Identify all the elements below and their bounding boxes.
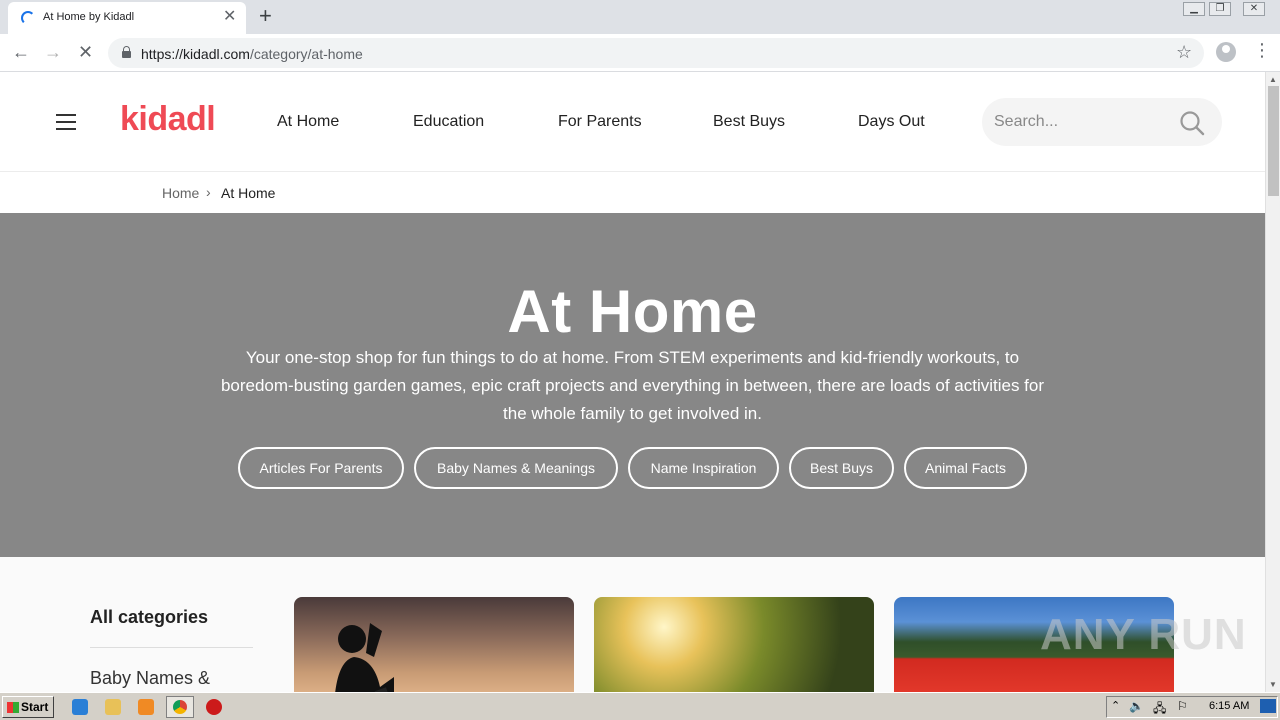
breadcrumb-separator-icon: ›	[206, 184, 211, 200]
loading-spinner-icon	[21, 11, 35, 25]
anyrun-watermark: ANY RUN	[1040, 610, 1247, 659]
taskbar-clock[interactable]: 6:15 AM	[1209, 700, 1249, 712]
internet-explorer-icon[interactable]	[72, 699, 88, 715]
address-bar[interactable]: https://kidadl.com/category/at-home ☆	[108, 38, 1204, 68]
browser-tab[interactable]: At Home by Kidadl ✕	[8, 2, 246, 34]
nav-link-at-home[interactable]: At Home	[277, 113, 339, 131]
tab-title: At Home by Kidadl	[43, 11, 135, 23]
chip-animal-facts[interactable]: Animal Facts	[904, 447, 1027, 489]
hero-banner: At Home Your one-stop shop for fun thing…	[0, 213, 1265, 557]
show-desktop-icon[interactable]	[1260, 699, 1276, 713]
back-button[interactable]: ←	[12, 41, 30, 63]
article-card-image[interactable]	[294, 597, 574, 692]
maximize-window-button[interactable]: ❐	[1209, 2, 1231, 16]
search-box	[982, 98, 1222, 146]
system-tray: ⌃ 🔈 🖧 ⚐ 6:15 AM	[1106, 696, 1278, 718]
child-silhouette-image	[335, 623, 394, 692]
article-card-image[interactable]	[594, 597, 874, 692]
categories-divider	[90, 647, 253, 648]
page-scrollbar[interactable]: ▲ ▼	[1265, 72, 1280, 692]
url-text[interactable]: https://kidadl.com/category/at-home	[141, 46, 363, 62]
network-icon[interactable]: 🖧	[1153, 699, 1166, 720]
breadcrumb-current: At Home	[221, 185, 276, 201]
media-player-icon[interactable]	[138, 699, 154, 715]
tab-strip: At Home by Kidadl ✕ + ▁ ❐ ✕	[0, 0, 1280, 34]
breadcrumb-home-link[interactable]: Home	[162, 185, 199, 201]
category-link-baby-names[interactable]: Baby Names &	[90, 668, 210, 689]
chip-name-inspiration[interactable]: Name Inspiration	[628, 447, 779, 489]
categories-heading: All categories	[90, 607, 209, 627]
hero-description: Your one-stop shop for fun things to do …	[220, 348, 1045, 423]
chip-best-buys[interactable]: Best Buys	[789, 447, 894, 489]
file-explorer-icon[interactable]	[105, 699, 121, 715]
opera-icon[interactable]	[206, 699, 222, 715]
browser-toolbar: ← → ✕ https://kidadl.com/category/at-hom…	[0, 34, 1280, 72]
nav-link-best-buys[interactable]: Best Buys	[713, 113, 785, 131]
scroll-down-arrow-icon[interactable]: ▼	[1269, 680, 1277, 689]
search-input[interactable]	[994, 110, 1174, 134]
chrome-icon	[173, 700, 187, 714]
bookmark-star-icon[interactable]: ☆	[1176, 42, 1192, 63]
volume-icon[interactable]: 🔈	[1129, 699, 1144, 713]
nav-link-education[interactable]: Education	[413, 113, 484, 131]
page-title: At Home	[507, 278, 758, 345]
scroll-thumb[interactable]	[1268, 86, 1279, 196]
lock-icon	[122, 46, 131, 58]
action-center-flag-icon[interactable]: ⚐	[1177, 699, 1188, 713]
chrome-taskbar-button[interactable]	[166, 696, 194, 718]
windows-flag-icon	[7, 702, 19, 713]
page-viewport: kidadl At Home Education For Parents Bes…	[0, 72, 1265, 692]
breadcrumb: Home › At Home	[0, 172, 1265, 213]
new-tab-button[interactable]: +	[259, 4, 272, 28]
close-window-button[interactable]: ✕	[1243, 2, 1265, 16]
start-button[interactable]: Start	[2, 696, 54, 718]
minimize-window-button[interactable]: ▁	[1183, 2, 1205, 16]
taskbar: Start ⌃ 🔈 🖧 ⚐ 6:15 AM	[0, 692, 1280, 720]
nav-link-for-parents[interactable]: For Parents	[558, 113, 642, 131]
search-icon[interactable]	[1179, 110, 1205, 136]
tab-close-icon[interactable]: ✕	[223, 8, 236, 26]
chip-articles-for-parents[interactable]: Articles For Parents	[238, 447, 404, 489]
scroll-up-arrow-icon[interactable]: ▲	[1269, 75, 1277, 84]
site-header: kidadl At Home Education For Parents Bes…	[0, 72, 1265, 172]
forward-button[interactable]: →	[44, 41, 62, 63]
hamburger-menu-icon[interactable]	[56, 114, 76, 130]
tray-expand-icon[interactable]: ⌃	[1111, 699, 1120, 712]
nav-link-days-out[interactable]: Days Out	[858, 113, 925, 131]
chip-baby-names-meanings[interactable]: Baby Names & Meanings	[414, 447, 618, 489]
stop-loading-button[interactable]: ✕	[78, 41, 93, 63]
profile-avatar-icon[interactable]	[1216, 42, 1236, 62]
site-logo[interactable]: kidadl	[120, 100, 216, 139]
browser-menu-icon[interactable]: ⋮	[1253, 40, 1271, 60]
